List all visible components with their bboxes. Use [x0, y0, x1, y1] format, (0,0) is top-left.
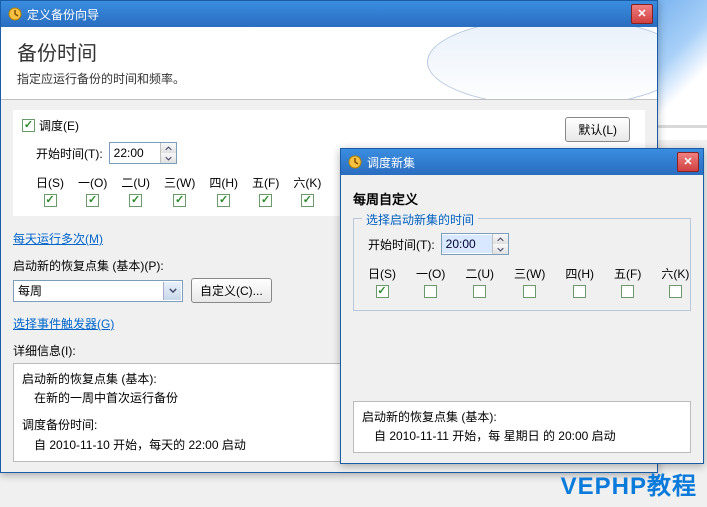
day-label: 日(S): [36, 174, 64, 191]
spinner-up[interactable]: [493, 234, 508, 244]
close-button[interactable]: ✕: [631, 4, 653, 24]
day-column: 六(K): [293, 174, 321, 207]
chevron-down-icon: [163, 282, 181, 300]
day-column: 三(W): [514, 265, 545, 298]
frequency-select[interactable]: 每周: [13, 280, 183, 302]
day-column: 二(U): [465, 265, 494, 298]
day-checkbox[interactable]: [473, 285, 486, 298]
start-time-input[interactable]: [110, 144, 160, 162]
day-checkbox[interactable]: [376, 285, 389, 298]
body-pane: 每周自定义 选择启动新集的时间 开始时间(T): 日(S) 一(O) 二(U) 三(W…: [341, 175, 703, 463]
window-title: 定义备份向导: [27, 6, 99, 23]
detail-line: 自 2010-11-11 开始，每 星期日 的 20:00 启动: [374, 427, 682, 446]
day-column: 六(K): [661, 265, 689, 298]
day-column: 五(F): [252, 174, 279, 207]
day-label: 日(S): [368, 265, 396, 282]
day-checkbox[interactable]: [86, 194, 99, 207]
close-button[interactable]: ✕: [677, 152, 699, 172]
day-column: 二(U): [121, 174, 150, 207]
start-time-spinner[interactable]: [441, 233, 509, 255]
fieldset-legend: 选择启动新集的时间: [362, 211, 478, 228]
day-checkbox[interactable]: [173, 194, 186, 207]
day-checkbox[interactable]: [669, 285, 682, 298]
day-checkbox[interactable]: [621, 285, 634, 298]
day-label: 四(H): [565, 265, 594, 282]
detail-line: 启动新的恢复点集 (基本):: [362, 408, 682, 427]
day-column: 日(S): [36, 174, 64, 207]
day-label: 六(K): [661, 265, 689, 282]
app-icon: [7, 6, 23, 22]
day-label: 二(U): [465, 265, 494, 282]
schedule-checkbox[interactable]: [22, 119, 35, 132]
window-title: 调度新集: [367, 154, 415, 171]
day-label: 五(F): [252, 174, 279, 191]
day-label: 三(W): [514, 265, 545, 282]
day-column: 五(F): [614, 265, 641, 298]
day-checkbox[interactable]: [259, 194, 272, 207]
day-label: 四(H): [209, 174, 238, 191]
day-label: 三(W): [164, 174, 195, 191]
day-column: 三(W): [164, 174, 195, 207]
day-column: 四(H): [565, 265, 594, 298]
schedule-label: 调度(E): [39, 117, 79, 134]
start-time-spinner[interactable]: [109, 142, 177, 164]
spinner-up[interactable]: [161, 143, 176, 153]
start-time-input[interactable]: [442, 235, 492, 253]
day-column: 四(H): [209, 174, 238, 207]
day-label: 五(F): [614, 265, 641, 282]
titlebar[interactable]: 调度新集 ✕: [341, 149, 703, 175]
day-column: 一(O): [416, 265, 445, 298]
day-checkbox[interactable]: [44, 194, 57, 207]
customize-button[interactable]: 自定义(C)...: [191, 278, 272, 303]
day-checkbox[interactable]: [301, 194, 314, 207]
day-label: 一(O): [416, 265, 445, 282]
sub-window-title: 每周自定义: [353, 189, 691, 208]
app-icon: [347, 154, 363, 170]
select-value: 每周: [18, 282, 42, 299]
time-fieldset: 选择启动新集的时间 开始时间(T): 日(S)一(O)二(U)三(W)四(H)五…: [353, 218, 691, 311]
day-checkbox[interactable]: [424, 285, 437, 298]
titlebar[interactable]: 定义备份向导 ✕: [1, 1, 657, 27]
page-subtitle: 指定应运行备份的时间和频率。: [17, 70, 641, 87]
details-box: 启动新的恢复点集 (基本): 自 2010-11-11 开始，每 星期日 的 2…: [353, 401, 691, 453]
day-label: 一(O): [78, 174, 107, 191]
close-icon: ✕: [637, 9, 646, 20]
spinner-down[interactable]: [161, 153, 176, 163]
day-column: 日(S): [368, 265, 396, 298]
header-pane: 备份时间 指定应运行备份的时间和频率。: [1, 27, 657, 100]
day-checkbox[interactable]: [573, 285, 586, 298]
page-title: 备份时间: [17, 37, 641, 66]
default-button[interactable]: 默认(L): [565, 117, 630, 142]
watermark-text: VEPHP教程: [561, 466, 697, 501]
days-row: 日(S)一(O)二(U)三(W)四(H)五(F)六(K): [368, 265, 680, 298]
day-checkbox[interactable]: [523, 285, 536, 298]
start-time-label: 开始时间(T):: [368, 236, 435, 253]
spinner-down[interactable]: [493, 244, 508, 254]
day-column: 一(O): [78, 174, 107, 207]
day-checkbox[interactable]: [129, 194, 142, 207]
day-label: 二(U): [121, 174, 150, 191]
day-checkbox[interactable]: [217, 194, 230, 207]
day-label: 六(K): [293, 174, 321, 191]
schedule-new-set-window: 调度新集 ✕ 每周自定义 选择启动新集的时间 开始时间(T): 日(S) 一(O)…: [340, 148, 704, 464]
close-icon: ✕: [683, 157, 692, 168]
run-multiple-link[interactable]: 每天运行多次(M): [13, 230, 103, 247]
event-triggers-link[interactable]: 选择事件触发器(G): [13, 315, 114, 332]
start-time-label: 开始时间(T):: [36, 145, 103, 162]
